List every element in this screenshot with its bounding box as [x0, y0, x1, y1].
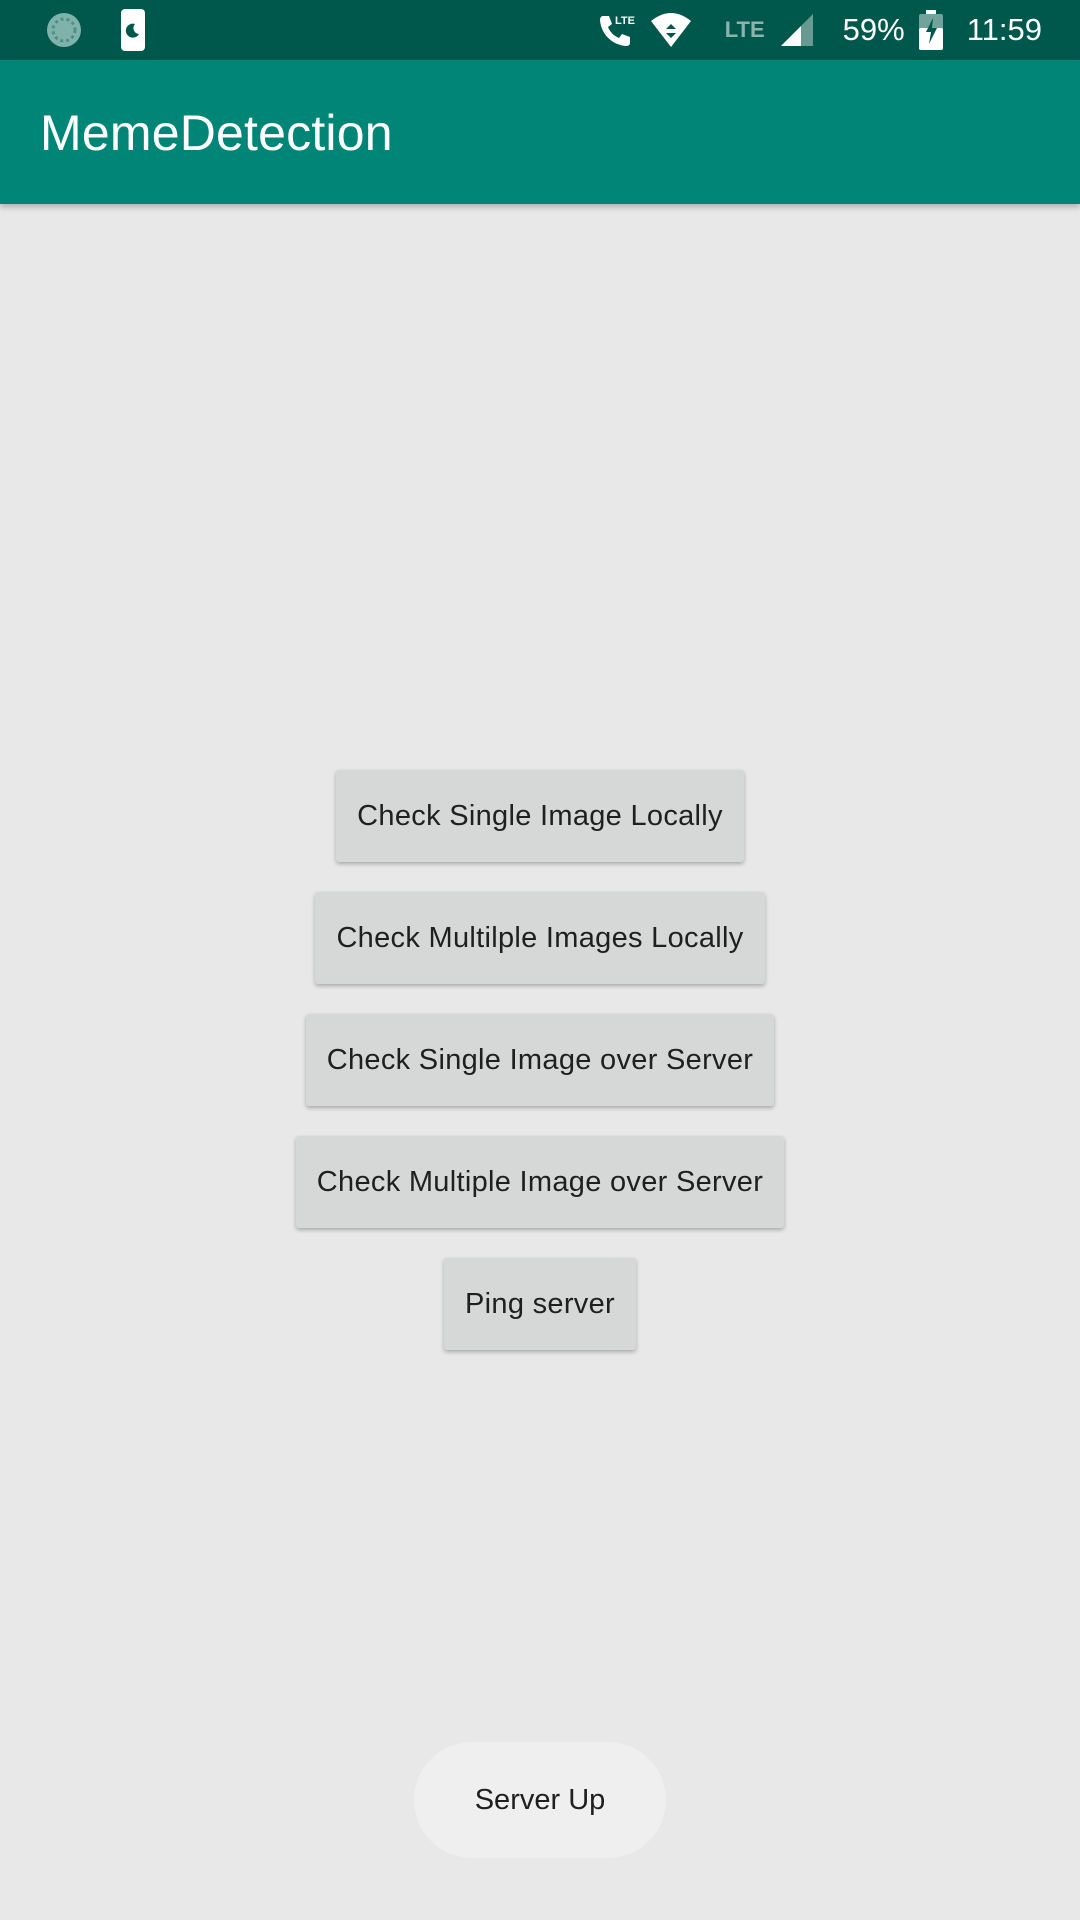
app-title: MemeDetection: [40, 105, 393, 161]
battery-percent: 59%: [842, 12, 905, 47]
check-single-image-server-button[interactable]: Check Single Image over Server: [305, 1014, 775, 1106]
app-bar: MemeDetection: [0, 60, 1080, 204]
status-right-icons: LTE LTE 59% 11:59: [595, 0, 1042, 60]
cell-signal-icon: [779, 12, 815, 48]
battery-charging-icon: [918, 10, 943, 50]
check-multiple-image-server-button[interactable]: Check Multiple Image over Server: [295, 1136, 785, 1228]
volte-call-icon: LTE: [595, 10, 635, 50]
lte-label: LTE: [724, 17, 765, 42]
status-left-icons: [44, 8, 146, 52]
data-saver-icon: [44, 10, 84, 50]
check-multiple-images-locally-button[interactable]: Check Multilple Images Locally: [315, 892, 765, 984]
ping-server-button[interactable]: Ping server: [444, 1258, 636, 1350]
clock: 11:59: [966, 12, 1042, 47]
status-bar: LTE LTE 59% 11:59: [0, 0, 1080, 60]
do-not-disturb-icon: [120, 8, 146, 52]
toast-message: Server Up: [414, 1742, 666, 1858]
check-single-image-locally-button[interactable]: Check Single Image Locally: [336, 770, 744, 862]
svg-text:LTE: LTE: [615, 15, 635, 27]
action-buttons: Check Single Image Locally Check Multilp…: [0, 770, 1080, 1380]
wifi-icon: [649, 11, 693, 49]
